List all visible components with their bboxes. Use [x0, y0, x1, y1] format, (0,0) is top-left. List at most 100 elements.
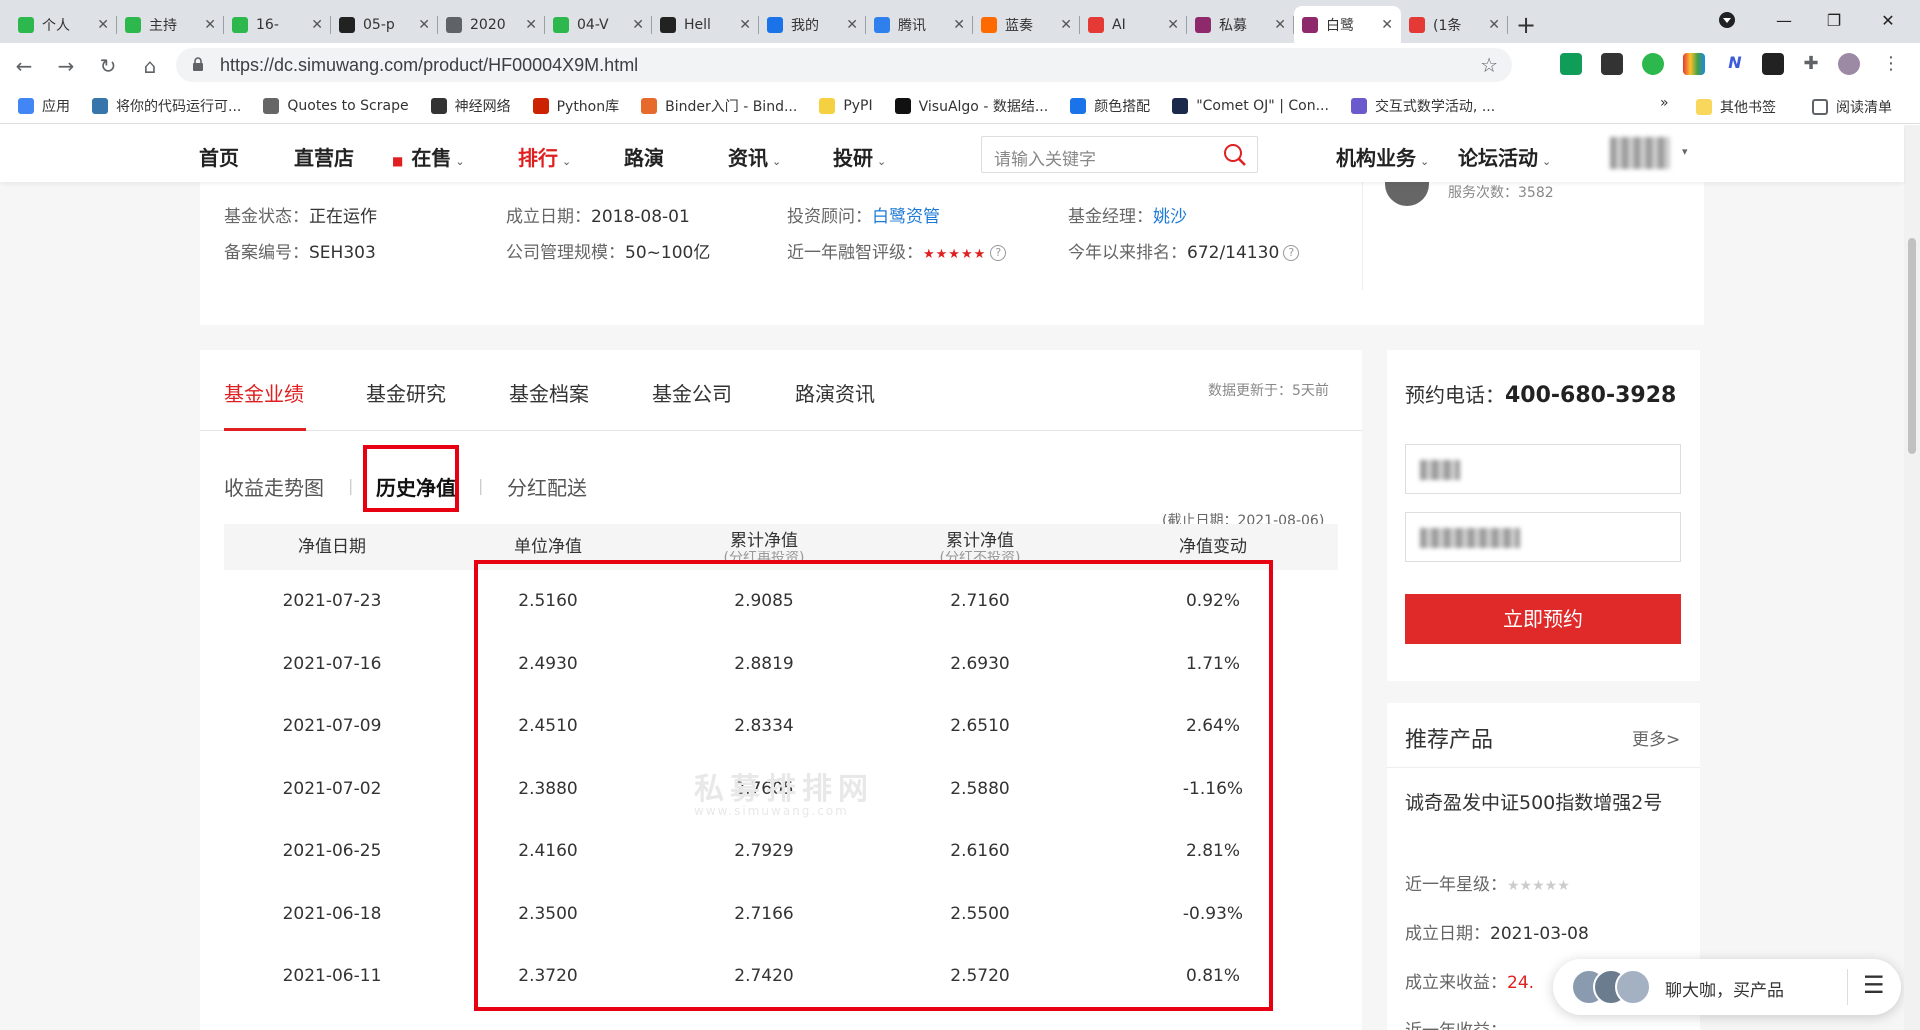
tab-close-icon[interactable]: ✕ [97, 17, 109, 33]
table-cell-cum_no: 2.5500 [950, 903, 1010, 924]
bookmark-star-icon[interactable]: ☆ [1480, 53, 1498, 77]
forward-icon[interactable]: → [48, 48, 84, 84]
extension-x-icon[interactable] [1601, 53, 1623, 75]
back-icon[interactable]: ← [6, 48, 42, 84]
minimize-icon[interactable]: — [1756, 0, 1812, 40]
site-nav-item[interactable]: 投研 ⌄ [833, 142, 886, 171]
tab-close-icon[interactable]: ✕ [739, 17, 751, 33]
recommend-return: 成立来收益：24. [1405, 973, 1535, 993]
site-nav-item[interactable]: 资讯 ⌄ [728, 142, 781, 171]
book-now-button[interactable]: 立即预约 [1405, 594, 1681, 644]
tab-close-icon[interactable]: ✕ [846, 17, 858, 33]
hamburger-icon[interactable]: ☰ [1863, 971, 1885, 999]
bookmark-item[interactable]: "Comet OJ" | Con... [1172, 97, 1329, 114]
site-nav-item[interactable]: 直营店 [294, 142, 354, 171]
chat-widget[interactable]: 聊大咖，买产品 ☰ [1553, 959, 1901, 1015]
browser-tab[interactable]: (1条 ✕ [1401, 6, 1508, 43]
browser-tab[interactable]: 04-V ✕ [545, 6, 652, 43]
search-box[interactable]: 请输入关键字 [981, 136, 1258, 173]
extension-mask-icon[interactable] [1762, 53, 1784, 75]
scrollbar-thumb[interactable] [1908, 238, 1916, 454]
browser-tab[interactable]: 主持 ✕ [117, 6, 224, 43]
main-tab[interactable]: 基金公司 [652, 378, 732, 407]
tab-favicon-icon [767, 16, 783, 33]
main-tab[interactable]: 基金研究 [366, 378, 446, 407]
bookmark-item[interactable]: PyPI [819, 97, 873, 114]
tab-close-icon[interactable]: ✕ [1274, 17, 1286, 33]
reload-icon[interactable]: ↻ [90, 48, 126, 84]
tab-close-icon[interactable]: ✕ [418, 17, 430, 33]
browser-tab[interactable]: 白鹭 ✕ [1294, 6, 1401, 43]
extension-color-icon[interactable] [1683, 53, 1705, 75]
extension-n-icon[interactable] [1642, 53, 1664, 75]
tab-close-icon[interactable]: ✕ [204, 17, 216, 33]
browser-tab[interactable]: 腾讯 ✕ [866, 6, 973, 43]
tab-close-icon[interactable]: ✕ [1381, 17, 1393, 33]
bookmark-item[interactable]: 交互式数学活动, ... [1350, 96, 1495, 116]
browser-tab[interactable]: Hell ✕ [652, 6, 759, 43]
tab-close-icon[interactable]: ✕ [1060, 17, 1072, 33]
browser-tab[interactable]: AI ✕ [1080, 6, 1187, 43]
main-tab[interactable]: 基金档案 [509, 378, 589, 407]
site-nav-item[interactable]: 机构业务 ⌄ [1336, 142, 1429, 171]
help-icon[interactable]: ? [1283, 245, 1300, 261]
main-tab[interactable]: 路演资讯 [795, 378, 875, 407]
browser-tab[interactable]: 蓝奏 ✕ [973, 6, 1080, 43]
omnibox[interactable]: https://dc.simuwang.com/product/HF00004X… [176, 48, 1512, 82]
tab-close-icon[interactable]: ✕ [1167, 17, 1179, 33]
other-bookmarks[interactable]: 其他书签 [1696, 97, 1776, 117]
bookmark-item[interactable]: Binder入门 - Bind... [641, 96, 797, 116]
extension-on-icon[interactable] [1560, 53, 1582, 75]
extensions-puzzle-icon[interactable]: ✚ [1800, 53, 1822, 75]
tab-close-icon[interactable]: ✕ [953, 17, 965, 33]
manager-link[interactable]: 姚沙 [1153, 207, 1187, 227]
browser-tab[interactable]: 16- ✕ [224, 6, 331, 43]
help-icon[interactable]: ? [990, 245, 1007, 261]
bookmark-item[interactable]: Python库 [532, 96, 619, 116]
name-field[interactable] [1405, 444, 1681, 494]
advisor-link[interactable]: 白鹭资管 [872, 207, 940, 227]
close-window-icon[interactable]: ✕ [1860, 0, 1916, 40]
bookmark-favicon-icon [819, 97, 836, 114]
browser-tab[interactable]: 05-p ✕ [331, 6, 438, 43]
home-icon[interactable]: ⌂ [132, 48, 168, 84]
bookmark-item[interactable]: 应用 [18, 96, 70, 116]
bookmark-item[interactable]: VisuAlgo - 数据结... [894, 96, 1048, 116]
sub-tab[interactable]: 收益走势图 [224, 472, 324, 501]
tab-close-icon[interactable]: ✕ [311, 17, 323, 33]
phone-field[interactable] [1405, 512, 1681, 562]
bookmark-item[interactable]: 颜色搭配 [1070, 96, 1150, 116]
restore-icon[interactable]: ❐ [1806, 0, 1862, 40]
fund-found-date: 成立日期：2018-08-01 [506, 207, 690, 227]
site-nav-item[interactable]: 排行 ⌄ [518, 142, 571, 171]
reading-list[interactable]: 阅读清单 [1812, 97, 1892, 117]
site-nav-item[interactable]: 首页 [199, 142, 239, 171]
recommend-product-name[interactable]: 诚奇盈发中证500指数增强2号 [1405, 790, 1675, 816]
bookmark-item[interactable]: Quotes to Scrape [263, 97, 409, 114]
tab-close-icon[interactable]: ✕ [632, 17, 644, 33]
site-nav-item[interactable]: 论坛活动 ⌄ [1458, 142, 1551, 171]
browser-tab[interactable]: 个人 ✕ [10, 6, 117, 43]
browser-tab[interactable]: 我的 ✕ [759, 6, 866, 43]
bookmark-item[interactable]: 将你的代码运行可... [92, 96, 241, 116]
tab-close-icon[interactable]: ✕ [1488, 17, 1500, 33]
bookmarks-more-icon[interactable]: » [1660, 95, 1669, 111]
recommend-more-link[interactable]: 更多> [1632, 725, 1680, 750]
site-nav-item[interactable]: 路演 [624, 142, 664, 171]
user-caret-icon[interactable]: ▾ [1682, 145, 1688, 158]
extension-n-italic-icon[interactable]: N [1724, 53, 1746, 75]
new-tab-icon[interactable]: + [1508, 6, 1544, 43]
browser-tab[interactable]: 私募 ✕ [1187, 6, 1294, 43]
tab-close-icon[interactable]: ✕ [525, 17, 537, 33]
fund-rating: 近一年融智评级：★★★★★? [787, 238, 1007, 263]
browser-tab[interactable]: 2020 ✕ [438, 6, 545, 43]
sub-tab[interactable]: 分红配送 [507, 472, 587, 501]
user-avatar[interactable] [1838, 53, 1860, 75]
menu-dots-icon[interactable]: ⋮ [1880, 53, 1902, 75]
search-icon[interactable] [1223, 143, 1247, 171]
main-tab[interactable]: 基金业绩 [224, 378, 304, 407]
bookmark-item[interactable]: 神经网络 [430, 96, 511, 116]
profile-icon[interactable] [1699, 0, 1755, 40]
sub-tab[interactable]: 历史净值 [376, 472, 456, 501]
site-nav-item[interactable]: ■ 在售 ⌄ [392, 142, 465, 171]
